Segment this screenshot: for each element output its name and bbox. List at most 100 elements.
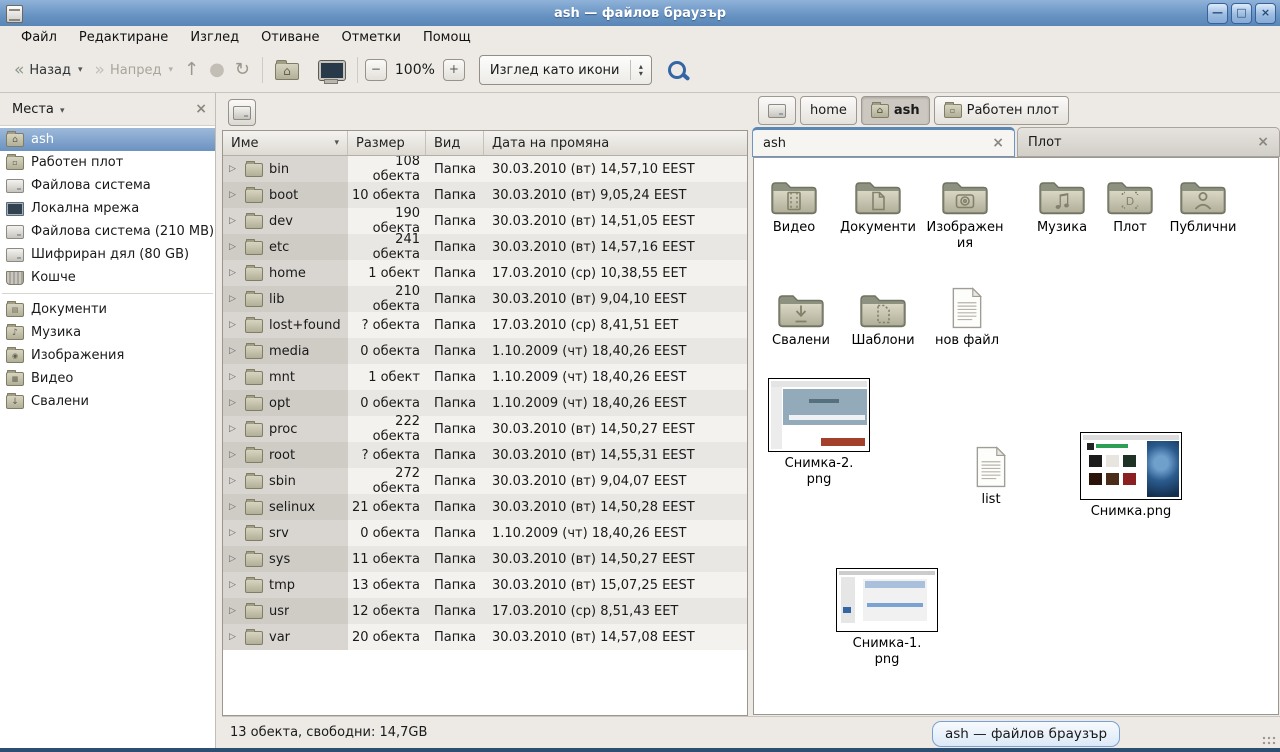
breadcrumb-home-button[interactable]: home <box>800 96 857 125</box>
table-row[interactable]: ▷ home 1 обект Папка 17.03.2010 (ср) 10,… <box>223 260 747 286</box>
tab-close-icon[interactable]: × <box>1257 134 1269 150</box>
computer-button[interactable] <box>314 56 350 84</box>
icon-view-folder[interactable]: Видео <box>764 172 824 236</box>
expander-icon[interactable]: ▷ <box>229 372 239 382</box>
tab[interactable]: ash × <box>752 127 1015 157</box>
back-history-caret-icon[interactable]: ▾ <box>78 65 83 75</box>
table-row[interactable]: ▷ usr 12 обекта Папка 17.03.2010 (ср) 8,… <box>223 598 747 624</box>
expander-icon[interactable]: ▷ <box>229 424 239 434</box>
expander-icon[interactable]: ▷ <box>229 216 239 226</box>
column-header-date[interactable]: Дата на промяна <box>484 131 747 155</box>
table-row[interactable]: ▷ opt 0 обекта Папка 1.10.2009 (чт) 18,4… <box>223 390 747 416</box>
sidebar-place-item[interactable]: Файлова система (210 MB) <box>0 220 215 243</box>
expander-icon[interactable]: ▷ <box>229 502 239 512</box>
sidebar-place-item[interactable]: Кошче <box>0 266 215 289</box>
icon-view-file[interactable]: list <box>959 444 1023 508</box>
sidebar-place-item[interactable]: ash <box>0 128 215 151</box>
stop-button[interactable]: ● <box>204 57 230 83</box>
breadcrumb-ash-button[interactable]: ash <box>861 96 930 125</box>
menu-item[interactable]: Отиване <box>250 28 330 47</box>
table-row[interactable]: ▷ dev 190 обекта Папка 30.03.2010 (вт) 1… <box>223 208 747 234</box>
table-row[interactable]: ▷ etc 241 обекта Папка 30.03.2010 (вт) 1… <box>223 234 747 260</box>
table-row[interactable]: ▷ sbin 272 обекта Папка 30.03.2010 (вт) … <box>223 468 747 494</box>
forward-button[interactable]: » Напред ▾ <box>89 58 179 82</box>
sidebar-place-item[interactable]: Музика <box>0 321 215 344</box>
expander-icon[interactable]: ▷ <box>229 476 239 486</box>
sidebar-place-item[interactable]: Шифриран дял (80 GB) <box>0 243 215 266</box>
menu-item[interactable]: Изглед <box>179 28 250 47</box>
back-button[interactable]: « Назад ▾ <box>8 58 89 82</box>
reload-button[interactable]: ↻ <box>230 57 255 83</box>
up-button[interactable]: ↑ <box>179 57 204 83</box>
search-icon[interactable] <box>668 61 686 79</box>
taskbar-window-button[interactable]: ash — файлов браузър <box>932 721 1120 747</box>
icon-view-folder[interactable]: Документи <box>837 172 919 236</box>
sidebar-place-item[interactable]: Работен плот <box>0 151 215 174</box>
column-header-size[interactable]: Размер <box>348 131 426 155</box>
menu-item[interactable]: Редактиране <box>68 28 179 47</box>
menu-item[interactable]: Помощ <box>412 28 482 47</box>
expander-icon[interactable]: ▷ <box>229 580 239 590</box>
expander-icon[interactable]: ▷ <box>229 528 239 538</box>
icon-view-folder[interactable]: Свалени <box>768 285 834 349</box>
expander-icon[interactable]: ▷ <box>229 268 239 278</box>
table-row[interactable]: ▷ mnt 1 обект Папка 1.10.2009 (чт) 18,40… <box>223 364 747 390</box>
icon-grid[interactable]: Видео Документи <box>753 157 1279 715</box>
expander-icon[interactable]: ▷ <box>229 346 239 356</box>
icon-view-image[interactable]: Снимка.png <box>1076 432 1186 520</box>
titlebar[interactable]: ash — файлов браузър — □ × <box>0 0 1280 27</box>
icon-view-image[interactable]: Снимка-1. png <box>832 568 942 668</box>
breadcrumb-root-button[interactable] <box>758 96 796 125</box>
breadcrumb-desktop-button[interactable]: Работен плот <box>934 96 1069 125</box>
icon-view-folder[interactable]: Музика <box>1026 172 1098 236</box>
table-row[interactable]: ▷ var 20 обекта Папка 30.03.2010 (вт) 14… <box>223 624 747 650</box>
icon-view-image[interactable]: Снимка-2. png <box>764 378 874 488</box>
expander-icon[interactable]: ▷ <box>229 320 239 330</box>
table-row[interactable]: ▷ bin 108 обекта Папка 30.03.2010 (вт) 1… <box>223 156 747 182</box>
menu-item[interactable]: Отметки <box>330 28 411 47</box>
table-row[interactable]: ▷ srv 0 обекта Папка 1.10.2009 (чт) 18,4… <box>223 520 747 546</box>
icon-view-folder[interactable]: Изображен ия <box>922 172 1008 252</box>
table-row[interactable]: ▷ media 0 обекта Папка 1.10.2009 (чт) 18… <box>223 338 747 364</box>
tab-close-icon[interactable]: × <box>992 135 1004 151</box>
menu-item[interactable]: Файл <box>10 28 68 47</box>
location-root-button[interactable] <box>228 99 256 126</box>
sidebar-place-item[interactable]: Видео <box>0 367 215 390</box>
expander-icon[interactable]: ▷ <box>229 242 239 252</box>
expander-icon[interactable]: ▷ <box>229 190 239 200</box>
icon-view-file[interactable]: нов файл <box>931 285 1003 349</box>
expander-icon[interactable]: ▷ <box>229 632 239 642</box>
zoom-in-button[interactable]: + <box>443 59 465 81</box>
sidebar-place-item[interactable]: Документи <box>0 298 215 321</box>
tab[interactable]: Плот × <box>1017 127 1280 157</box>
view-mode-select[interactable]: Изглед като икони ▴▾ <box>479 55 652 85</box>
table-row[interactable]: ▷ lost+found ? обекта Папка 17.03.2010 (… <box>223 312 747 338</box>
column-header-name[interactable]: Име ▾ <box>223 131 348 155</box>
column-header-type[interactable]: Вид <box>426 131 484 155</box>
table-row[interactable]: ▷ lib 210 обекта Папка 30.03.2010 (вт) 9… <box>223 286 747 312</box>
expander-icon[interactable]: ▷ <box>229 164 239 174</box>
expander-icon[interactable]: ▷ <box>229 606 239 616</box>
table-row[interactable]: ▷ proc 222 обекта Папка 30.03.2010 (вт) … <box>223 416 747 442</box>
sidebar-place-item[interactable]: Файлова система <box>0 174 215 197</box>
minimize-button[interactable]: — <box>1207 3 1228 24</box>
icon-view-folder[interactable]: Шаблони <box>850 285 916 349</box>
zoom-out-button[interactable]: − <box>365 59 387 81</box>
icon-view-folder[interactable]: Публични <box>1164 172 1242 236</box>
table-row[interactable]: ▷ root ? обекта Папка 30.03.2010 (вт) 14… <box>223 442 747 468</box>
combo-spinner-icon[interactable]: ▴▾ <box>631 63 651 77</box>
table-row[interactable]: ▷ sys 11 обекта Папка 30.03.2010 (вт) 14… <box>223 546 747 572</box>
home-button[interactable] <box>270 56 304 84</box>
expander-icon[interactable]: ▷ <box>229 398 239 408</box>
pane-splitter[interactable] <box>215 93 222 748</box>
close-button[interactable]: × <box>1255 3 1276 24</box>
expander-icon[interactable]: ▷ <box>229 554 239 564</box>
table-row[interactable]: ▷ selinux 21 обекта Папка 30.03.2010 (вт… <box>223 494 747 520</box>
sidebar-close-icon[interactable]: × <box>195 101 207 117</box>
places-title[interactable]: Места ▾ <box>12 102 195 117</box>
sidebar-place-item[interactable]: Локална мрежа <box>0 197 215 220</box>
sidebar-place-item[interactable]: Изображения <box>0 344 215 367</box>
sidebar-place-item[interactable]: Свалени <box>0 390 215 413</box>
table-row[interactable]: ▷ tmp 13 обекта Папка 30.03.2010 (вт) 15… <box>223 572 747 598</box>
maximize-button[interactable]: □ <box>1231 3 1252 24</box>
